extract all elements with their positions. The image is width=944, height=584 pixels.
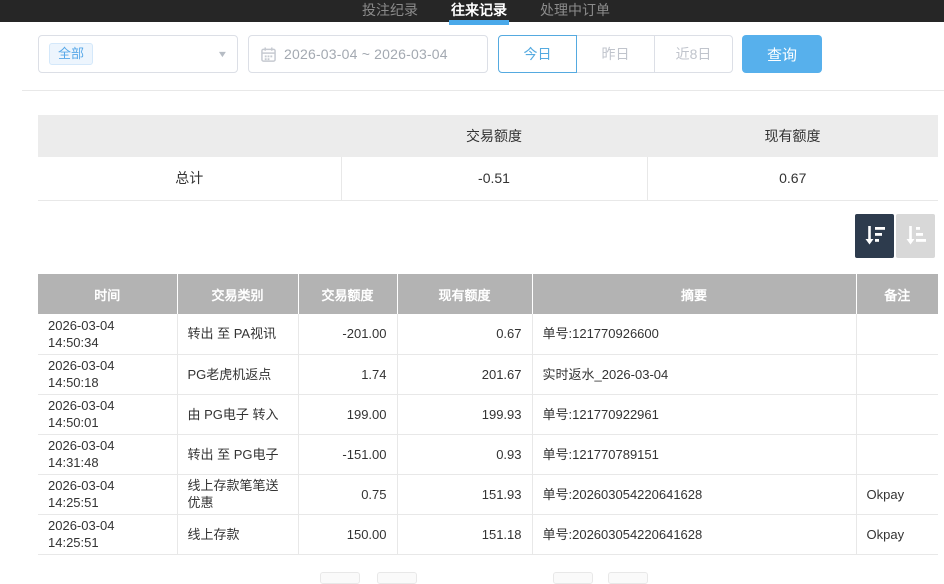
cell-current-balance: 0.93 (397, 434, 532, 474)
quick-filter-group: 今日 昨日 近8日 (498, 35, 733, 73)
cell-time: 2026-03-04 14:50:34 (38, 314, 177, 354)
section-divider (22, 90, 944, 91)
table-row: 2026-03-04 14:25:51线上存款150.00151.18单号:20… (38, 514, 938, 554)
cell-trade-amount: 1.74 (298, 354, 397, 394)
cell-trade-amount: -201.00 (298, 314, 397, 354)
search-button[interactable]: 查询 (742, 35, 822, 73)
cell-current-balance: 151.18 (397, 514, 532, 554)
cell-summary: 单号:121770789151 (532, 434, 856, 474)
yesterday-button[interactable]: 昨日 (576, 35, 655, 73)
tab-processing-orders[interactable]: 处理中订单 (540, 0, 610, 22)
sort-button-group (855, 214, 935, 258)
cell-time: 2026-03-04 14:50:18 (38, 354, 177, 394)
cell-summary: 单号:202603054220641628 (532, 514, 856, 554)
cell-trade-amount: 150.00 (298, 514, 397, 554)
summary-total-label: 总计 (38, 157, 341, 200)
summary-header-empty (38, 115, 341, 157)
cell-remark (856, 314, 938, 354)
date-range-value: 2026-03-04 ~ 2026-03-04 (284, 46, 448, 62)
cell-type: 转出 至 PG电子 (177, 434, 298, 474)
summary-header-current-balance: 现有额度 (647, 115, 938, 157)
cell-remark: Okpay (856, 474, 938, 514)
pagination-button[interactable] (377, 572, 417, 584)
sort-descending-button[interactable] (855, 214, 894, 258)
summary-total-trade-amount: -0.51 (341, 157, 647, 200)
cell-current-balance: 201.67 (397, 354, 532, 394)
cell-current-balance: 199.93 (397, 394, 532, 434)
table-row: 2026-03-04 14:31:48转出 至 PG电子-151.000.93单… (38, 434, 938, 474)
summary-total-row: 总计 -0.51 0.67 (38, 157, 938, 200)
table-row: 2026-03-04 14:50:01由 PG电子 转入199.00199.93… (38, 394, 938, 434)
table-row: 2026-03-04 14:25:51线上存款笔笔送优惠0.75151.93单号… (38, 474, 938, 514)
cell-remark: Okpay (856, 514, 938, 554)
today-button[interactable]: 今日 (498, 35, 577, 73)
type-select[interactable]: 全部 ▼ (38, 35, 238, 73)
column-header-current-balance: 现有额度 (397, 274, 532, 314)
cell-time: 2026-03-04 14:50:01 (38, 394, 177, 434)
cell-remark (856, 354, 938, 394)
cell-current-balance: 151.93 (397, 474, 532, 514)
cell-summary: 单号:121770926600 (532, 314, 856, 354)
filter-bar: 全部 ▼ 2026-03-04 ~ 2026-03-04 今日 昨日 近8日 查… (38, 35, 822, 73)
last-8-days-button[interactable]: 近8日 (654, 35, 733, 73)
cell-trade-amount: -151.00 (298, 434, 397, 474)
date-range-picker[interactable]: 2026-03-04 ~ 2026-03-04 (248, 35, 488, 73)
summary-table: 交易额度 现有额度 总计 -0.51 0.67 (38, 115, 938, 201)
sort-ascending-icon (904, 223, 928, 250)
table-row: 2026-03-04 14:50:18PG老虎机返点1.74201.67实时返水… (38, 354, 938, 394)
calendar-icon (261, 47, 276, 62)
cell-summary: 单号:202603054220641628 (532, 474, 856, 514)
column-header-time: 时间 (38, 274, 177, 314)
table-row: 2026-03-04 14:50:34转出 至 PA视讯-201.000.67单… (38, 314, 938, 354)
column-header-trade-amount: 交易额度 (298, 274, 397, 314)
pagination-button[interactable] (608, 572, 648, 584)
cell-remark (856, 394, 938, 434)
column-header-summary: 摘要 (532, 274, 856, 314)
cell-trade-amount: 0.75 (298, 474, 397, 514)
sort-ascending-button[interactable] (896, 214, 935, 258)
cell-summary: 单号:121770922961 (532, 394, 856, 434)
chevron-down-icon: ▼ (217, 49, 229, 59)
cell-type: PG老虎机返点 (177, 354, 298, 394)
cell-type: 线上存款 (177, 514, 298, 554)
records-table-body: 2026-03-04 14:50:34转出 至 PA视讯-201.000.67单… (38, 314, 938, 554)
pagination-button[interactable] (553, 572, 593, 584)
tab-betting-records[interactable]: 投注纪录 (362, 0, 418, 22)
cell-time: 2026-03-04 14:25:51 (38, 474, 177, 514)
cell-time: 2026-03-04 14:25:51 (38, 514, 177, 554)
cell-type: 由 PG电子 转入 (177, 394, 298, 434)
cell-current-balance: 0.67 (397, 314, 532, 354)
pagination-button[interactable] (320, 572, 360, 584)
records-header-row: 时间交易类别交易额度现有额度摘要备注 (38, 274, 938, 314)
summary-total-current-balance: 0.67 (647, 157, 938, 200)
selected-type-tag[interactable]: 全部 (49, 43, 93, 65)
tab-transaction-records[interactable]: 往来记录 (451, 0, 507, 22)
cell-trade-amount: 199.00 (298, 394, 397, 434)
cell-summary: 实时返水_2026-03-04 (532, 354, 856, 394)
records-table: 时间交易类别交易额度现有额度摘要备注 2026-03-04 14:50:34转出… (38, 274, 938, 555)
sort-descending-icon (863, 223, 887, 250)
column-header-type: 交易类别 (177, 274, 298, 314)
cell-time: 2026-03-04 14:31:48 (38, 434, 177, 474)
column-header-remark: 备注 (856, 274, 938, 314)
cell-remark (856, 434, 938, 474)
cell-type: 线上存款笔笔送优惠 (177, 474, 298, 514)
summary-header-trade-amount: 交易额度 (341, 115, 647, 157)
cell-type: 转出 至 PA视讯 (177, 314, 298, 354)
topbar: 投注纪录 往来记录 处理中订单 (0, 0, 944, 22)
